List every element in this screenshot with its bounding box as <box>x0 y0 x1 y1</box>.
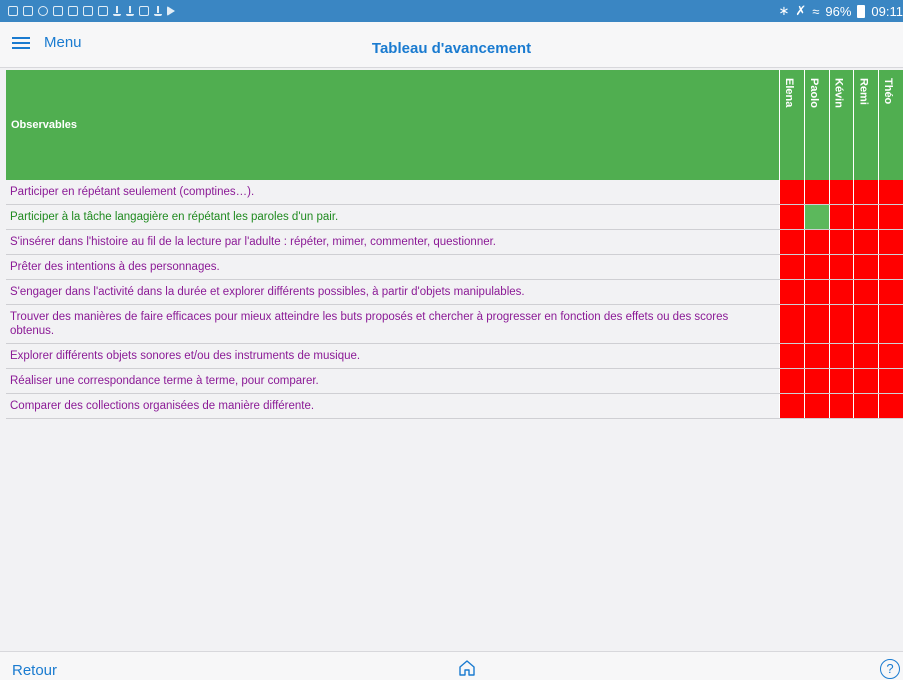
table-row[interactable]: Participer à la tâche langagière en répé… <box>6 205 903 230</box>
notification-icons <box>8 6 175 16</box>
battery-level: 96% <box>825 3 852 19</box>
navigation-bar: Menu Tableau d'avancement <box>0 22 903 68</box>
status-cell[interactable] <box>853 255 879 279</box>
status-cell[interactable] <box>878 230 903 254</box>
observable-label: S'insérer dans l'histoire au fil de la l… <box>10 236 496 248</box>
status-cell[interactable] <box>878 255 903 279</box>
status-cell[interactable] <box>853 369 879 393</box>
status-cell[interactable] <box>828 180 854 204</box>
observable-label: Trouver des manières de faire efficaces … <box>10 311 729 337</box>
bottom-toolbar: Retour ? <box>0 651 903 680</box>
status-cell[interactable] <box>803 180 829 204</box>
status-cell[interactable] <box>878 394 903 418</box>
download-icon <box>154 6 162 16</box>
status-cell[interactable] <box>803 369 829 393</box>
status-cell[interactable] <box>779 180 804 204</box>
observable-label: Participer à la tâche langagière en répé… <box>10 211 339 223</box>
status-cell[interactable] <box>803 394 829 418</box>
table-header: Observables Elena Paolo Kévin Remi Théo <box>6 70 903 180</box>
status-cell[interactable] <box>828 394 854 418</box>
status-cell[interactable] <box>779 230 804 254</box>
status-cell[interactable] <box>779 369 804 393</box>
status-cell[interactable] <box>828 305 854 343</box>
status-cell[interactable] <box>853 230 879 254</box>
observable-label: Participer en répétant seulement (compti… <box>10 186 255 198</box>
status-cell[interactable] <box>828 255 854 279</box>
status-cell[interactable] <box>853 394 879 418</box>
status-cell[interactable] <box>779 305 804 343</box>
status-cell[interactable] <box>853 344 879 368</box>
notification-icon <box>8 6 18 16</box>
status-cell[interactable] <box>779 255 804 279</box>
table-row[interactable]: Explorer différents objets sonores et/ou… <box>6 344 903 369</box>
photo-icon <box>83 6 93 16</box>
table-row[interactable]: S'insérer dans l'histoire au fil de la l… <box>6 230 903 255</box>
status-cell[interactable] <box>803 305 829 343</box>
status-cell[interactable] <box>853 305 879 343</box>
status-cell[interactable] <box>779 344 804 368</box>
status-cell[interactable] <box>803 344 829 368</box>
table-row[interactable]: S'engager dans l'activité dans la durée … <box>6 280 903 305</box>
clock: 09:11 <box>871 3 903 19</box>
status-cell[interactable] <box>878 180 903 204</box>
table-row[interactable]: Prêter des intentions à des personnages. <box>6 255 903 280</box>
table-row[interactable]: Participer en répétant seulement (compti… <box>6 180 903 205</box>
status-cell[interactable] <box>878 369 903 393</box>
student-column-header[interactable]: Théo <box>878 70 903 180</box>
flag-icon <box>53 6 63 16</box>
status-cell[interactable] <box>828 230 854 254</box>
wifi-icon: ≈ <box>812 3 820 19</box>
progress-table: Observables Elena Paolo Kévin Remi Théo … <box>6 70 903 419</box>
status-cell[interactable] <box>853 205 879 229</box>
status-cell[interactable] <box>803 230 829 254</box>
status-cell[interactable] <box>878 205 903 229</box>
table-row[interactable]: Réaliser une correspondance terme à term… <box>6 369 903 394</box>
home-icon[interactable] <box>458 659 476 677</box>
table-row[interactable]: Comparer des collections organisées de m… <box>6 394 903 419</box>
status-cell[interactable] <box>779 280 804 304</box>
status-bar: ∗ ✗ ≈ 96% 09:11 <box>0 0 903 22</box>
status-cell[interactable] <box>779 205 804 229</box>
battery-icon <box>857 4 866 18</box>
observable-label: Explorer différents objets sonores et/ou… <box>10 350 361 362</box>
status-cell[interactable] <box>803 205 829 229</box>
print-icon <box>98 6 108 16</box>
student-column-header[interactable]: Remi <box>853 70 878 180</box>
image-icon <box>23 6 33 16</box>
system-indicators: ∗ ✗ ≈ 96% 09:11 <box>778 3 903 19</box>
mute-icon: ✗ <box>795 3 807 18</box>
back-button[interactable]: Retour <box>12 662 57 679</box>
status-cell[interactable] <box>828 280 854 304</box>
page-title: Tableau d'avancement <box>371 40 532 57</box>
table-body: Participer en répétant seulement (compti… <box>6 180 903 419</box>
help-button[interactable]: ? <box>880 659 900 679</box>
observables-header: Observables <box>11 119 78 131</box>
student-column-header[interactable]: Paolo <box>803 70 829 180</box>
observable-label: Prêter des intentions à des personnages. <box>10 261 220 273</box>
status-cell[interactable] <box>878 280 903 304</box>
table-row[interactable]: Trouver des manières de faire efficaces … <box>6 305 903 344</box>
student-column-header[interactable]: Elena <box>779 70 804 180</box>
status-cell[interactable] <box>779 394 804 418</box>
play-icon <box>167 6 175 16</box>
status-cell[interactable] <box>803 255 829 279</box>
status-cell[interactable] <box>878 344 903 368</box>
status-cell[interactable] <box>803 280 829 304</box>
settings-icon <box>38 6 48 16</box>
download-icon <box>126 6 134 16</box>
observable-label: S'engager dans l'activité dans la durée … <box>10 286 525 298</box>
status-cell[interactable] <box>828 344 854 368</box>
student-column-header[interactable]: Kévin <box>828 70 854 180</box>
observable-label: Réaliser une correspondance terme à term… <box>10 375 319 387</box>
status-cell[interactable] <box>878 305 903 343</box>
status-cell[interactable] <box>828 369 854 393</box>
download-icon <box>113 6 121 16</box>
status-cell[interactable] <box>853 280 879 304</box>
observable-label: Comparer des collections organisées de m… <box>10 400 315 412</box>
status-cell[interactable] <box>828 205 854 229</box>
status-cell[interactable] <box>853 180 879 204</box>
bluetooth-icon: ∗ <box>778 3 790 18</box>
photo-icon <box>68 6 78 16</box>
flag-icon <box>139 6 149 16</box>
